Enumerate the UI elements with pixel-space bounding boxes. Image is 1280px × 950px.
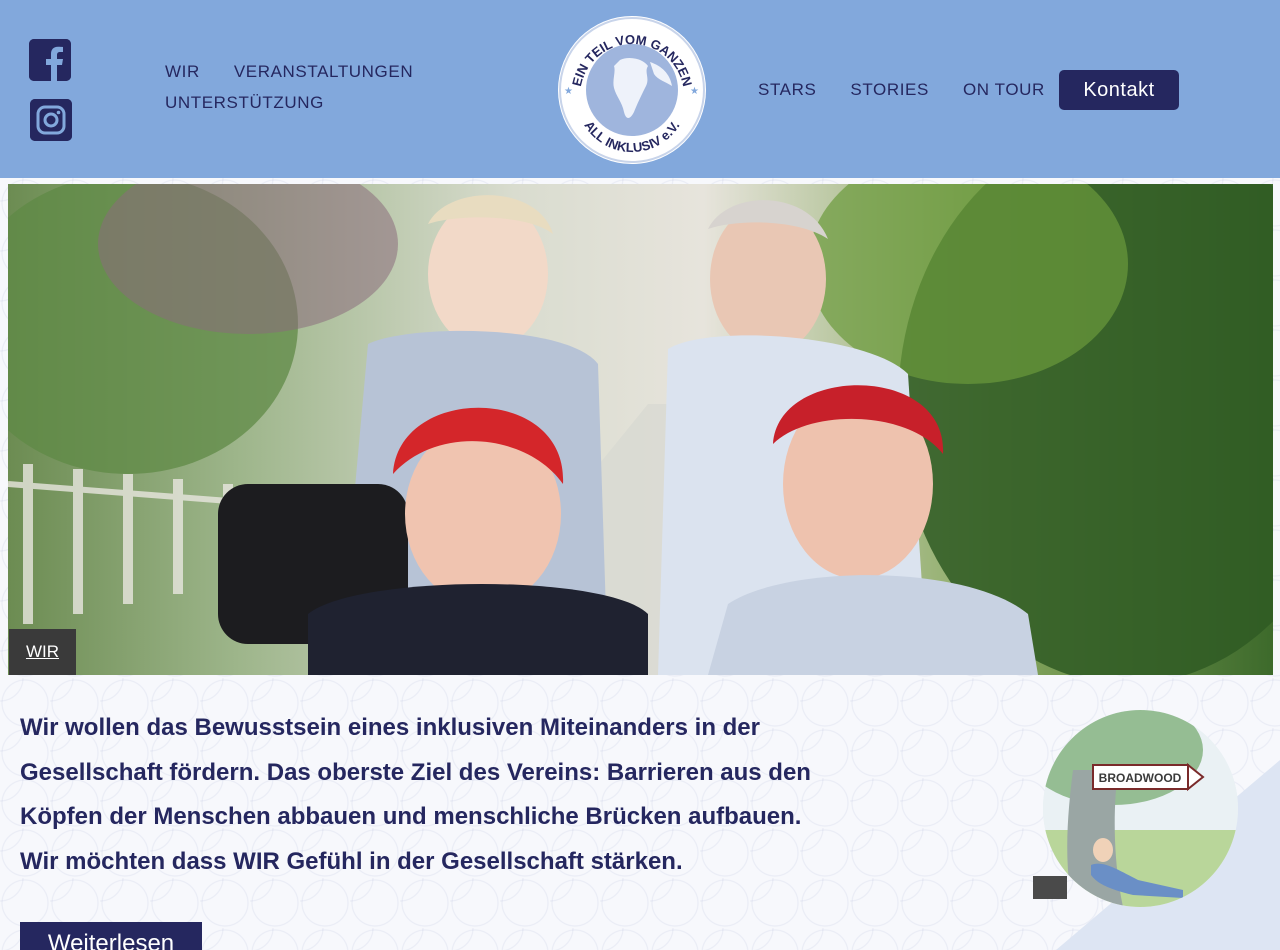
- nav-item-stars[interactable]: STARS: [758, 80, 816, 100]
- instagram-icon[interactable]: [30, 99, 72, 141]
- site-logo[interactable]: EIN TEIL VOM GANZEN ALL INKLUSIV e.V. ★ …: [558, 16, 706, 164]
- broadwood-sign-text: BROADWOOD: [1099, 771, 1182, 785]
- nav-right: STARS STORIES ON TOUR: [758, 80, 1045, 100]
- hero-wir-link[interactable]: WIR: [9, 629, 76, 675]
- logo-star-left: ★: [564, 86, 573, 97]
- nav-item-wir[interactable]: WIR: [165, 62, 200, 82]
- nav-left: WIR VERANSTALTUNGEN UNTERSTÜTZUNG: [165, 62, 425, 113]
- kontakt-button[interactable]: Kontakt: [1059, 70, 1179, 110]
- nav-item-veranstaltungen[interactable]: VERANSTALTUNGEN: [234, 62, 413, 82]
- illustration-caption-box: [1033, 876, 1067, 899]
- site-header: WIR VERANSTALTUNGEN UNTERSTÜTZUNG EIN TE…: [0, 0, 1280, 178]
- broadwood-illustration[interactable]: BROADWOOD: [1043, 710, 1238, 907]
- weiterlesen-button[interactable]: Weiterlesen: [20, 922, 202, 950]
- logo-star-right: ★: [690, 86, 699, 97]
- intro-text: Wir wollen das Bewusstsein eines inklusi…: [20, 714, 811, 875]
- nav-item-on-tour[interactable]: ON TOUR: [963, 80, 1045, 100]
- nav-item-stories[interactable]: STORIES: [850, 80, 929, 100]
- facebook-icon[interactable]: [29, 39, 71, 81]
- hero-image[interactable]: [8, 184, 1273, 675]
- nav-item-unterstuetzung[interactable]: UNTERSTÜTZUNG: [165, 93, 324, 112]
